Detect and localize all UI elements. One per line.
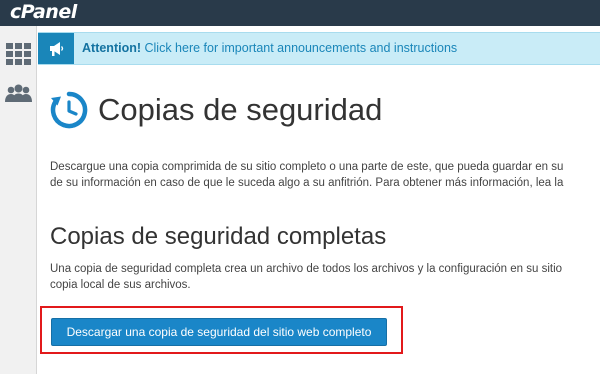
cpanel-logo[interactable]: cPanel — [10, 1, 77, 23]
page-description-line: de su información en caso de que le suce… — [50, 177, 564, 189]
megaphone-icon — [38, 33, 74, 64]
page-description-line: Descargue una copia comprimida de su sit… — [50, 161, 564, 173]
grid-icon[interactable] — [4, 40, 33, 68]
sidebar — [0, 26, 37, 374]
section-description-line: Una copia de seguridad completa crea un … — [50, 263, 563, 275]
announcement-label: Attention! — [82, 41, 142, 55]
announcement-banner: Attention! Click here for important anno… — [38, 32, 600, 65]
announcement-text: Attention! Click here for important anno… — [82, 41, 457, 55]
page-title: Copias de seguridad — [98, 92, 383, 127]
announcement-link[interactable]: Click here for important announcements a… — [141, 41, 457, 55]
section-description: Una copia de seguridad completa crea un … — [50, 261, 562, 293]
page-description: Descargue una copia comprimida de su sit… — [50, 159, 600, 191]
download-full-backup-button[interactable]: Descargar una copia de seguridad del sit… — [51, 318, 387, 346]
users-icon[interactable] — [4, 81, 33, 109]
section-description-line: copia local de sus archivos. — [50, 279, 191, 291]
section-title-full-backup: Copias de seguridad completas — [50, 223, 387, 250]
backup-icon — [49, 90, 89, 130]
main-content: Copias de seguridad Descargue una copia … — [38, 66, 600, 374]
top-bar: cPanel — [0, 0, 600, 26]
